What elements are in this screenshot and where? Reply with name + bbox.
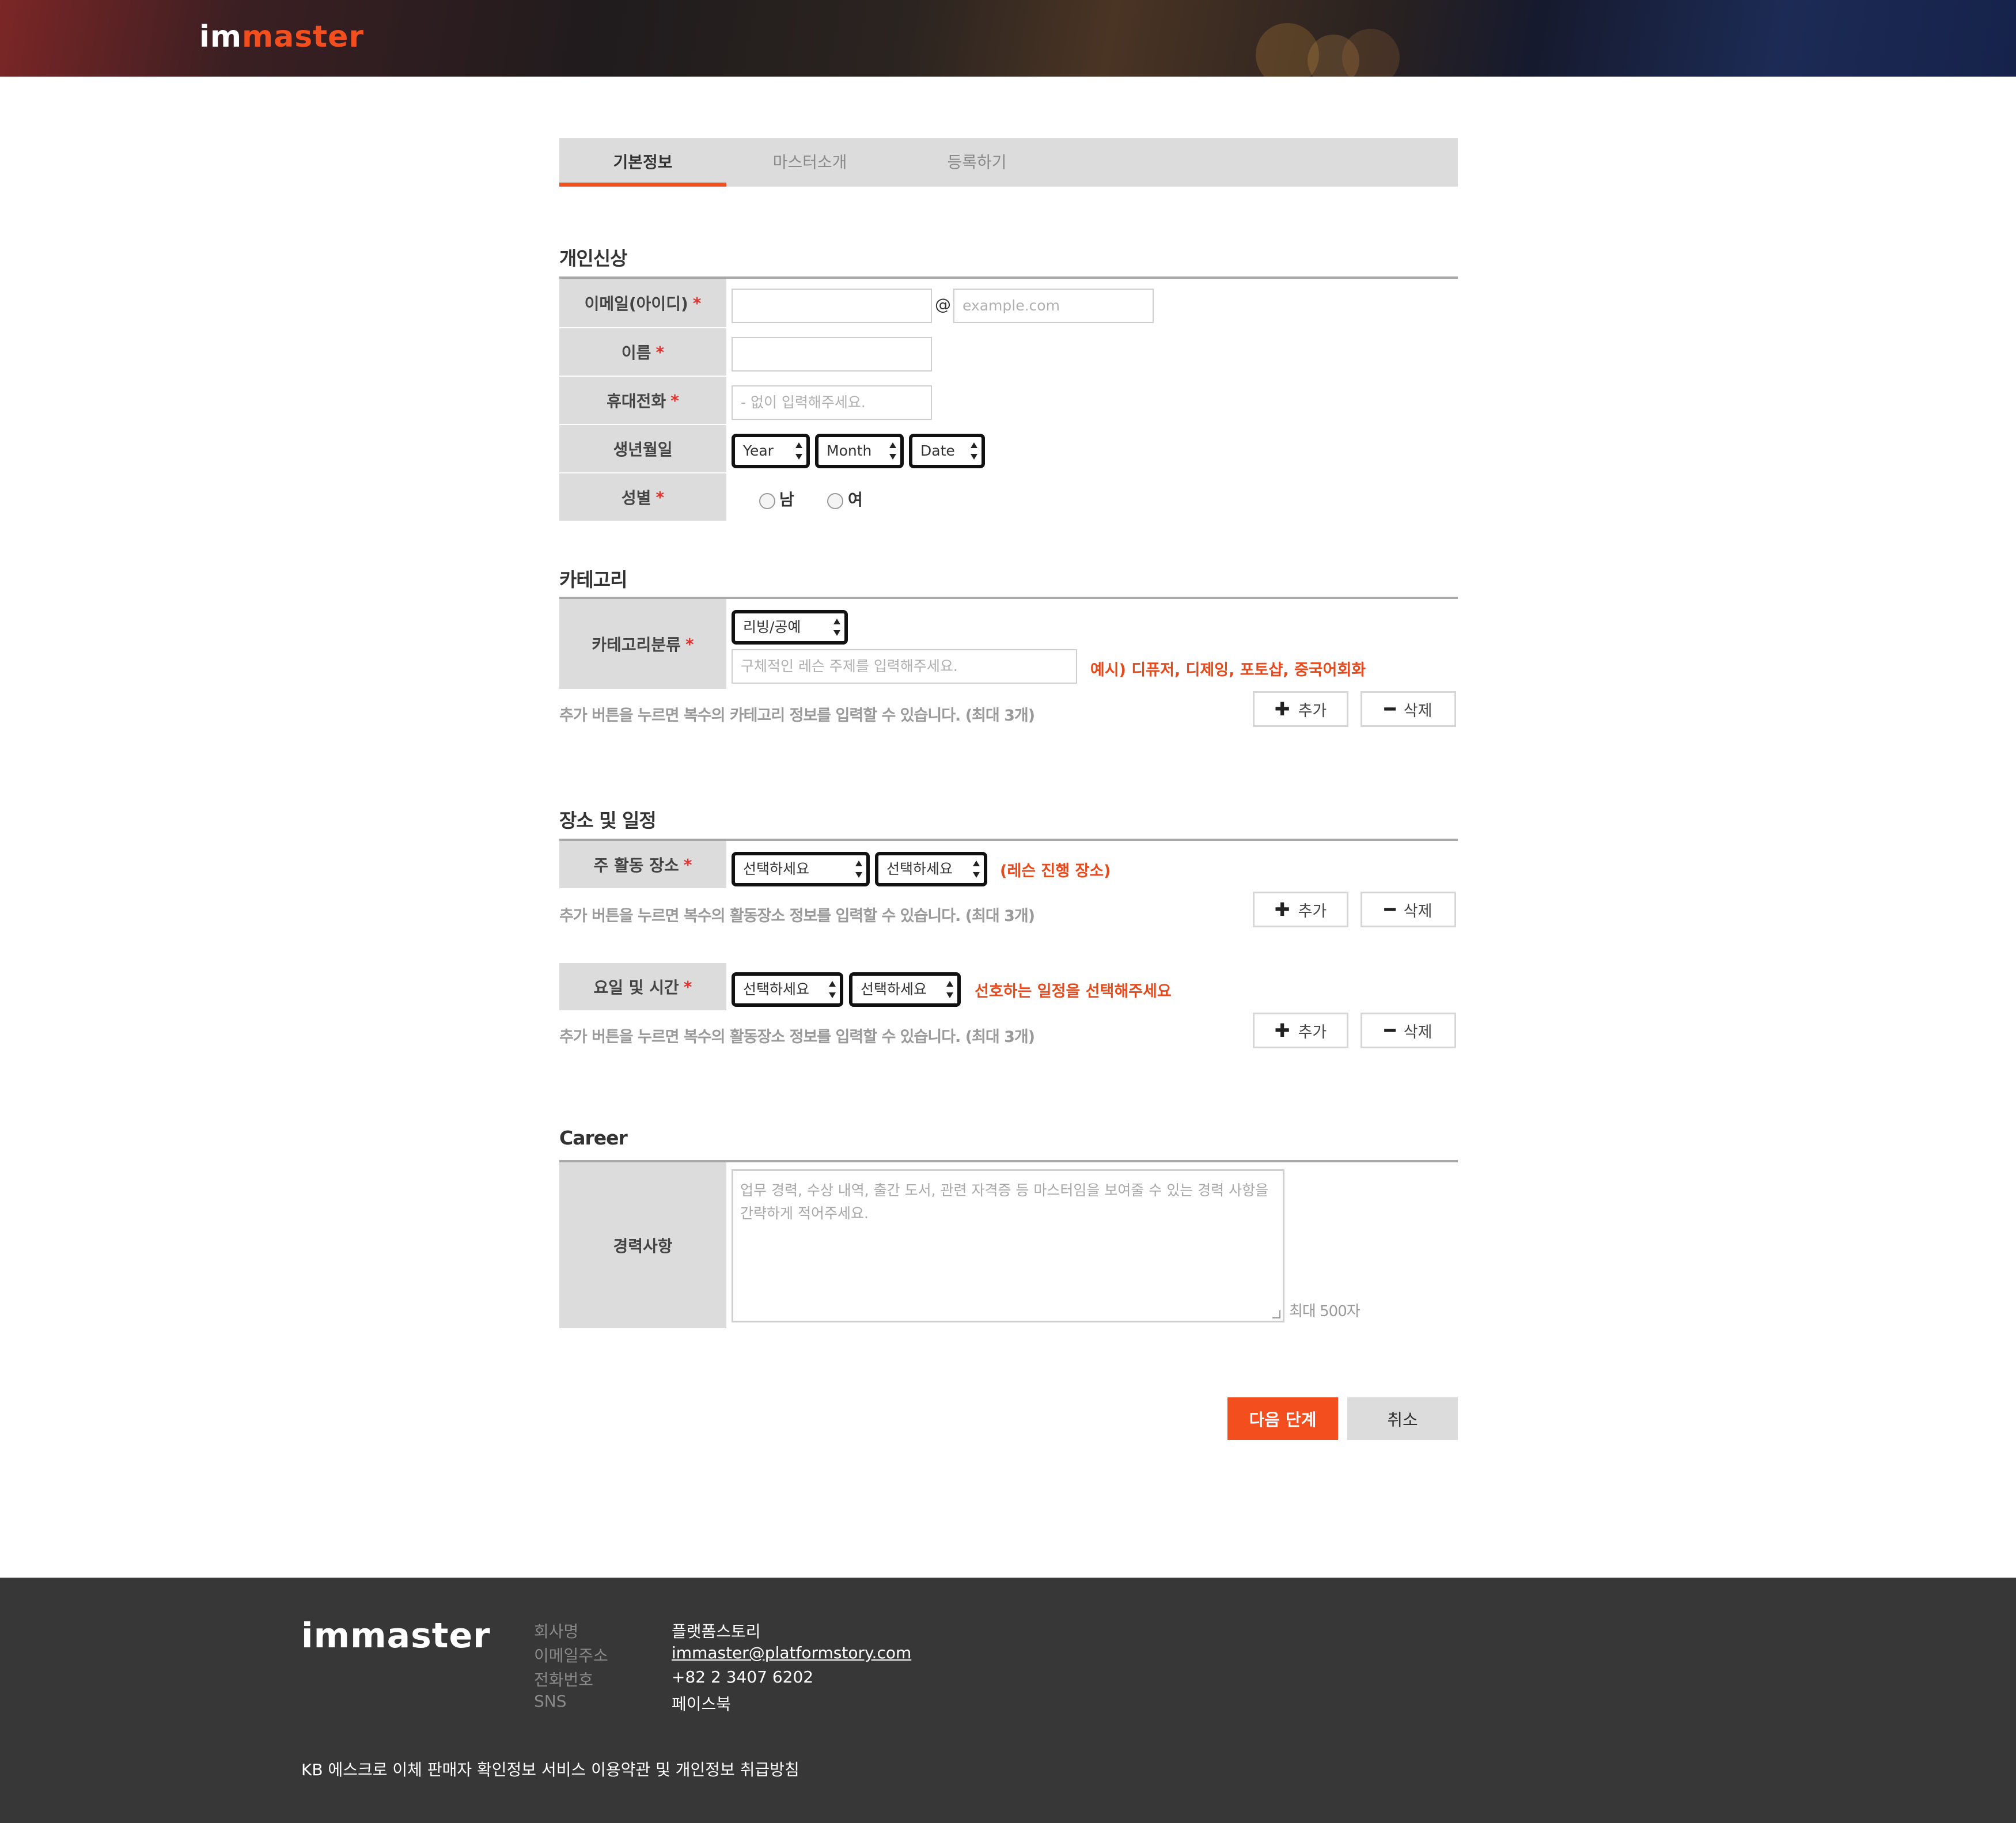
footer-sns-link[interactable]: 페이스북 (672, 1692, 731, 1715)
select-arrows-icon (833, 617, 841, 638)
minus-icon: ━ (1384, 698, 1396, 720)
gender-male-label[interactable]: 남 (779, 487, 794, 510)
name-input[interactable] (732, 337, 932, 372)
section-title-career: Career (559, 1127, 628, 1149)
tab-register[interactable]: 등록하기 (893, 138, 1060, 187)
select-arrows-icon (972, 859, 980, 880)
next-step-button[interactable]: 다음 단계 (1227, 1397, 1338, 1440)
plus-icon: ✚ (1274, 1019, 1290, 1041)
footer-logo[interactable]: immaster (301, 1616, 491, 1656)
tab-master-intro[interactable]: 마스터소개 (726, 138, 893, 187)
minus-icon: ━ (1384, 899, 1396, 920)
category-remove-button[interactable]: ━ 삭제 (1361, 691, 1456, 727)
time-select-day[interactable]: 선택하세요 (732, 972, 843, 1007)
time-remove-button[interactable]: ━ 삭제 (1361, 1013, 1456, 1048)
category-help-text: 추가 버튼을 누르면 복수의 카테고리 정보를 입력할 수 있습니다. (최대 … (559, 707, 1035, 725)
phone-label: 휴대전화 * (559, 377, 726, 424)
select-arrows-icon (828, 979, 836, 1000)
footer-phone-value: +82 2 3407 6202 (672, 1667, 814, 1686)
category-label: 카테고리분류 * (559, 599, 726, 689)
gender-female-label[interactable]: 여 (848, 487, 863, 510)
tab-basic-info[interactable]: 기본정보 (559, 138, 726, 187)
career-label: 경력사항 (559, 1162, 726, 1328)
footer-company-key: 회사명 (534, 1622, 579, 1641)
gender-female-radio[interactable] (827, 493, 843, 509)
time-select-hour[interactable]: 선택하세요 (849, 972, 961, 1007)
header-logo[interactable]: immaster (199, 20, 364, 54)
section-title-schedule: 장소 및 일정 (559, 809, 657, 832)
career-textarea[interactable]: 업무 경력, 수상 내역, 출간 도서, 관련 자격증 등 마스터임을 보여줄 … (732, 1169, 1284, 1322)
name-label: 이름 * (559, 328, 726, 376)
birth-year-select[interactable]: Year (732, 434, 810, 468)
place-hint: (레슨 진행 장소) (1000, 862, 1111, 880)
footer-email-link[interactable]: immaster@platformstory.com (672, 1643, 911, 1662)
footer-company-value: 플랫폼스토리 (672, 1622, 761, 1641)
minus-icon: ━ (1384, 1019, 1396, 1041)
cancel-button[interactable]: 취소 (1347, 1397, 1458, 1440)
birth-month-select[interactable]: Month (815, 434, 904, 468)
resize-handle-icon[interactable] (1272, 1310, 1280, 1318)
category-add-button[interactable]: ✚ 추가 (1253, 691, 1348, 727)
section-title-personal: 개인신상 (559, 247, 627, 270)
place-select-district[interactable]: 선택하세요 (875, 852, 987, 886)
time-add-button[interactable]: ✚ 추가 (1253, 1013, 1348, 1048)
place-remove-button[interactable]: ━ 삭제 (1361, 892, 1456, 927)
birth-label: 생년월일 (559, 425, 726, 472)
select-arrows-icon (795, 441, 803, 461)
site-footer: immaster 회사명 플랫폼스토리 이메일주소 immaster@platf… (0, 1578, 2016, 1823)
category-detail-input[interactable]: 구체적인 레슨 주제를 입력해주세요. (732, 649, 1077, 684)
email-id-input[interactable] (732, 289, 932, 323)
place-add-button[interactable]: ✚ 추가 (1253, 892, 1348, 927)
section-title-category: 카테고리 (559, 568, 627, 591)
career-char-counter: 최대 500자 (1289, 1303, 1361, 1320)
phone-input[interactable]: - 없이 입력해주세요. (732, 385, 932, 420)
plus-icon: ✚ (1274, 899, 1290, 920)
step-tabs: 기본정보 마스터소개 등록하기 (559, 138, 1458, 187)
plus-icon: ✚ (1274, 698, 1290, 720)
gender-male-radio[interactable] (759, 493, 775, 509)
place-help-text: 추가 버튼을 누르면 복수의 활동장소 정보를 입력할 수 있습니다. (최대 … (559, 907, 1035, 925)
header-bokeh (1342, 29, 1400, 77)
place-select-region[interactable]: 선택하세요 (732, 852, 870, 886)
email-label: 이메일(아이디) * (559, 279, 726, 327)
category-select[interactable]: 리빙/공예 (732, 610, 848, 645)
place-label: 주 활동 장소 * (559, 841, 726, 888)
time-hint: 선호하는 일정을 선택해주세요 (975, 983, 1172, 1000)
email-at-sign: @ (935, 295, 951, 314)
select-arrows-icon (970, 441, 978, 461)
footer-phone-key: 전화번호 (534, 1670, 594, 1689)
select-arrows-icon (855, 859, 863, 880)
email-domain-input[interactable]: example.com (953, 289, 1154, 323)
time-help-text: 추가 버튼을 누르면 복수의 활동장소 정보를 입력할 수 있습니다. (최대 … (559, 1028, 1035, 1046)
footer-sns-key: SNS (534, 1692, 567, 1711)
gender-label: 성별 * (559, 473, 726, 521)
footer-email-key: 이메일주소 (534, 1646, 608, 1665)
category-example-hint: 예시) 디퓨저, 디제잉, 포토샵, 중국어회화 (1090, 661, 1366, 679)
select-arrows-icon (889, 441, 897, 461)
site-header: immaster (0, 0, 2016, 77)
footer-policy-links[interactable]: KB 에스크로 이체 판매자 확인정보 서비스 이용약관 및 개인정보 취급방침 (301, 1757, 799, 1780)
time-label: 요일 및 시간 * (559, 963, 726, 1010)
select-arrows-icon (946, 979, 954, 1000)
birth-date-select[interactable]: Date (909, 434, 985, 468)
